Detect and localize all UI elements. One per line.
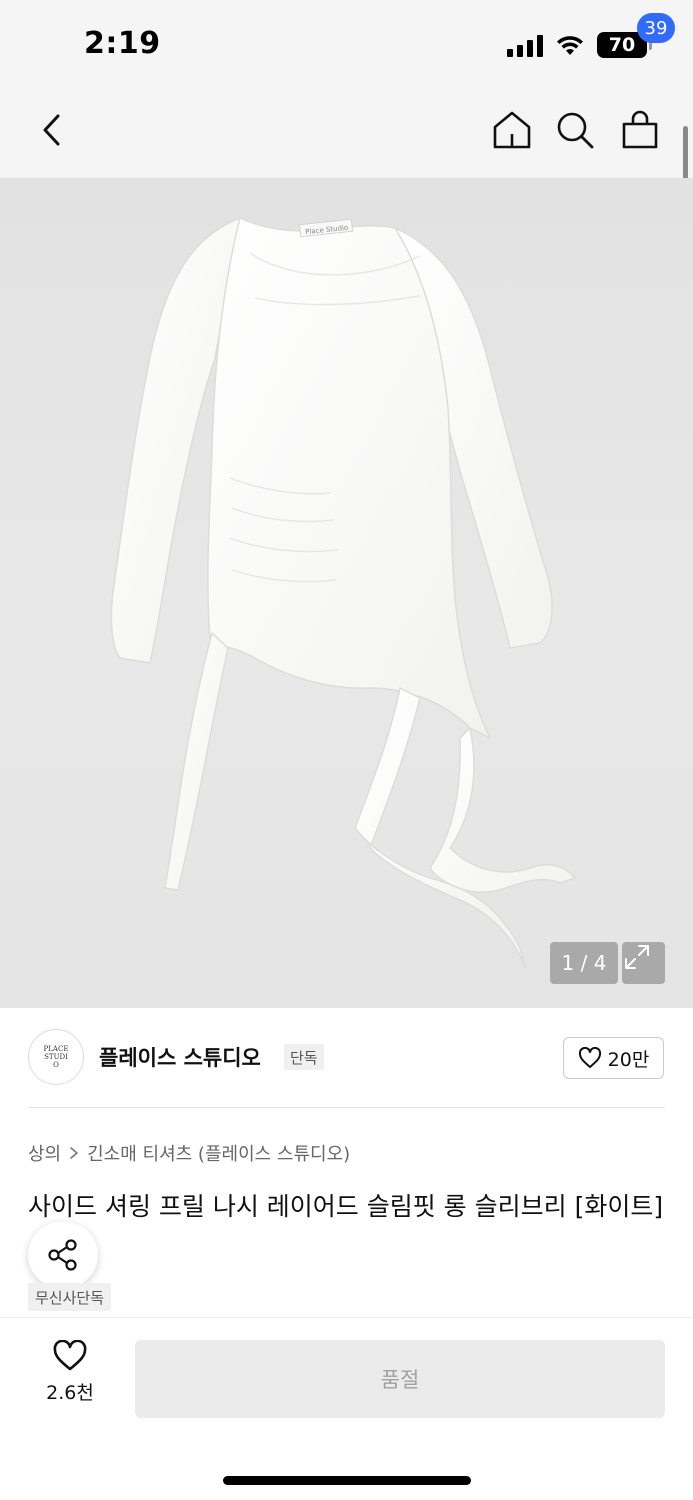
exclusive-badge: 무신사단독 bbox=[28, 1283, 112, 1311]
sold-out-button[interactable]: 품절 bbox=[135, 1340, 665, 1418]
brand-logo[interactable]: PLACE STUDIO bbox=[28, 1029, 84, 1085]
product-title: 사이드 셔링 프릴 나시 레이어드 슬림핏 롱 슬리브리 [화이트] bbox=[28, 1192, 664, 1221]
heart-icon bbox=[578, 1047, 601, 1068]
search-button[interactable] bbox=[553, 108, 597, 152]
image-counter: 1 / 4 bbox=[550, 942, 618, 984]
status-time: 2:19 bbox=[84, 26, 161, 61]
nav-bar bbox=[0, 90, 693, 178]
wishlist-count: 2.6천 bbox=[46, 1382, 94, 1404]
chevron-left-icon bbox=[43, 114, 60, 146]
breadcrumb: 상의 긴소매 티셔츠 (플레이스 스튜디오) bbox=[28, 1140, 350, 1166]
chevron-right-icon bbox=[70, 1147, 78, 1159]
status-icons: 70 bbox=[507, 30, 652, 60]
heart-icon bbox=[53, 1340, 87, 1371]
cellular-signal-icon bbox=[507, 33, 543, 57]
brand-exclusive-tag: 단독 bbox=[284, 1044, 324, 1070]
home-button[interactable] bbox=[490, 108, 534, 152]
product-photo-garment: Place Studio bbox=[110, 217, 576, 969]
brand-like-button[interactable]: 20만 bbox=[563, 1037, 664, 1079]
wishlist-button[interactable]: 2.6천 bbox=[30, 1340, 110, 1420]
home-indicator bbox=[223, 1476, 471, 1485]
brand-name[interactable]: 플레이스 스튜디오 bbox=[99, 1042, 261, 1072]
cart-button[interactable] bbox=[618, 108, 662, 152]
breadcrumb-subcategory[interactable]: 긴소매 티셔츠 (플레이스 스튜디오) bbox=[87, 1140, 350, 1166]
back-button[interactable] bbox=[30, 108, 74, 152]
home-icon bbox=[493, 111, 531, 149]
expand-icon bbox=[625, 945, 649, 969]
brand-logo-text: PLACE STUDIO bbox=[43, 1045, 69, 1069]
product-image[interactable]: Place Studio 1 / 4 bbox=[0, 178, 693, 1008]
cart-count-badge: 39 bbox=[637, 13, 675, 43]
expand-image-button[interactable] bbox=[622, 942, 665, 984]
divider bbox=[28, 1107, 665, 1108]
wifi-icon bbox=[557, 36, 583, 55]
share-icon bbox=[48, 1239, 77, 1271]
battery-level: 70 bbox=[608, 34, 636, 56]
share-button[interactable] bbox=[28, 1222, 98, 1288]
breadcrumb-category[interactable]: 상의 bbox=[28, 1140, 61, 1166]
cart-icon bbox=[622, 110, 658, 149]
brand-like-count: 20만 bbox=[607, 1048, 650, 1071]
search-icon bbox=[557, 112, 594, 149]
status-bar: 2:19 70 bbox=[0, 0, 693, 90]
